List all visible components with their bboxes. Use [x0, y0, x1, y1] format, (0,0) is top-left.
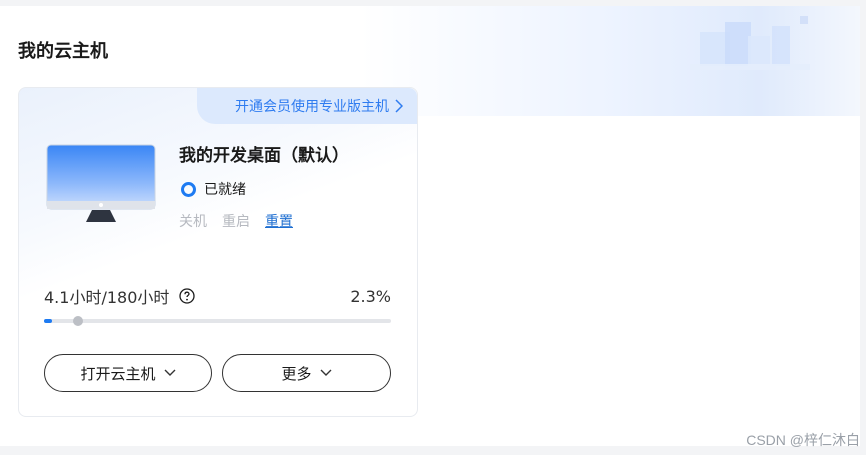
status-indicator: 已就绪 [181, 179, 246, 199]
usage-label: 4.1小时/180小时 [44, 288, 170, 307]
member-banner-label: 开通会员使用专业版主机 [235, 99, 389, 115]
chevron-right-icon [395, 99, 403, 113]
shutdown-action: 关机 [179, 214, 207, 230]
monitor-icon [46, 144, 156, 222]
chevron-down-icon [320, 369, 331, 376]
decorative-blocks-icon [690, 16, 810, 70]
question-circle-icon[interactable] [179, 288, 196, 304]
more-button[interactable]: 更多 [222, 354, 391, 392]
more-label: 更多 [281, 364, 312, 383]
status-text: 已就绪 [204, 182, 246, 198]
section-title: 我的云主机 [18, 41, 108, 62]
page: 我的云主机 开通会员使用专业版主机 我的开发桌面（默认） 已就绪 关机 重启 重… [0, 0, 866, 455]
usage-left: 4.1小时/180小时 [44, 284, 196, 308]
member-upgrade-banner[interactable]: 开通会员使用专业版主机 [197, 88, 417, 124]
desktop-card: 开通会员使用专业版主机 我的开发桌面（默认） 已就绪 关机 重启 重置 4.1小… [18, 87, 418, 417]
progress-marker [73, 316, 83, 326]
usage-progress-fill [44, 319, 52, 323]
chevron-down-icon [164, 369, 175, 376]
reset-link[interactable]: 重置 [265, 211, 293, 231]
watermark: CSDN @梓仁沐白 [746, 432, 860, 448]
usage-progress-bar [44, 316, 391, 326]
cloud-host-panel: 我的云主机 开通会员使用专业版主机 我的开发桌面（默认） 已就绪 关机 重启 重… [0, 6, 860, 446]
usage-percent: 2.3% [350, 286, 391, 306]
status-dot-icon [181, 181, 196, 197]
desktop-name: 我的开发桌面（默认） [179, 146, 349, 166]
restart-action: 重启 [222, 214, 250, 230]
open-host-label: 打开云主机 [80, 364, 156, 383]
usage-row: 4.1小时/180小时 2.3% [44, 284, 391, 308]
open-host-button[interactable]: 打开云主机 [44, 354, 212, 392]
desktop-actions: 关机 重启 重置 [179, 211, 293, 231]
